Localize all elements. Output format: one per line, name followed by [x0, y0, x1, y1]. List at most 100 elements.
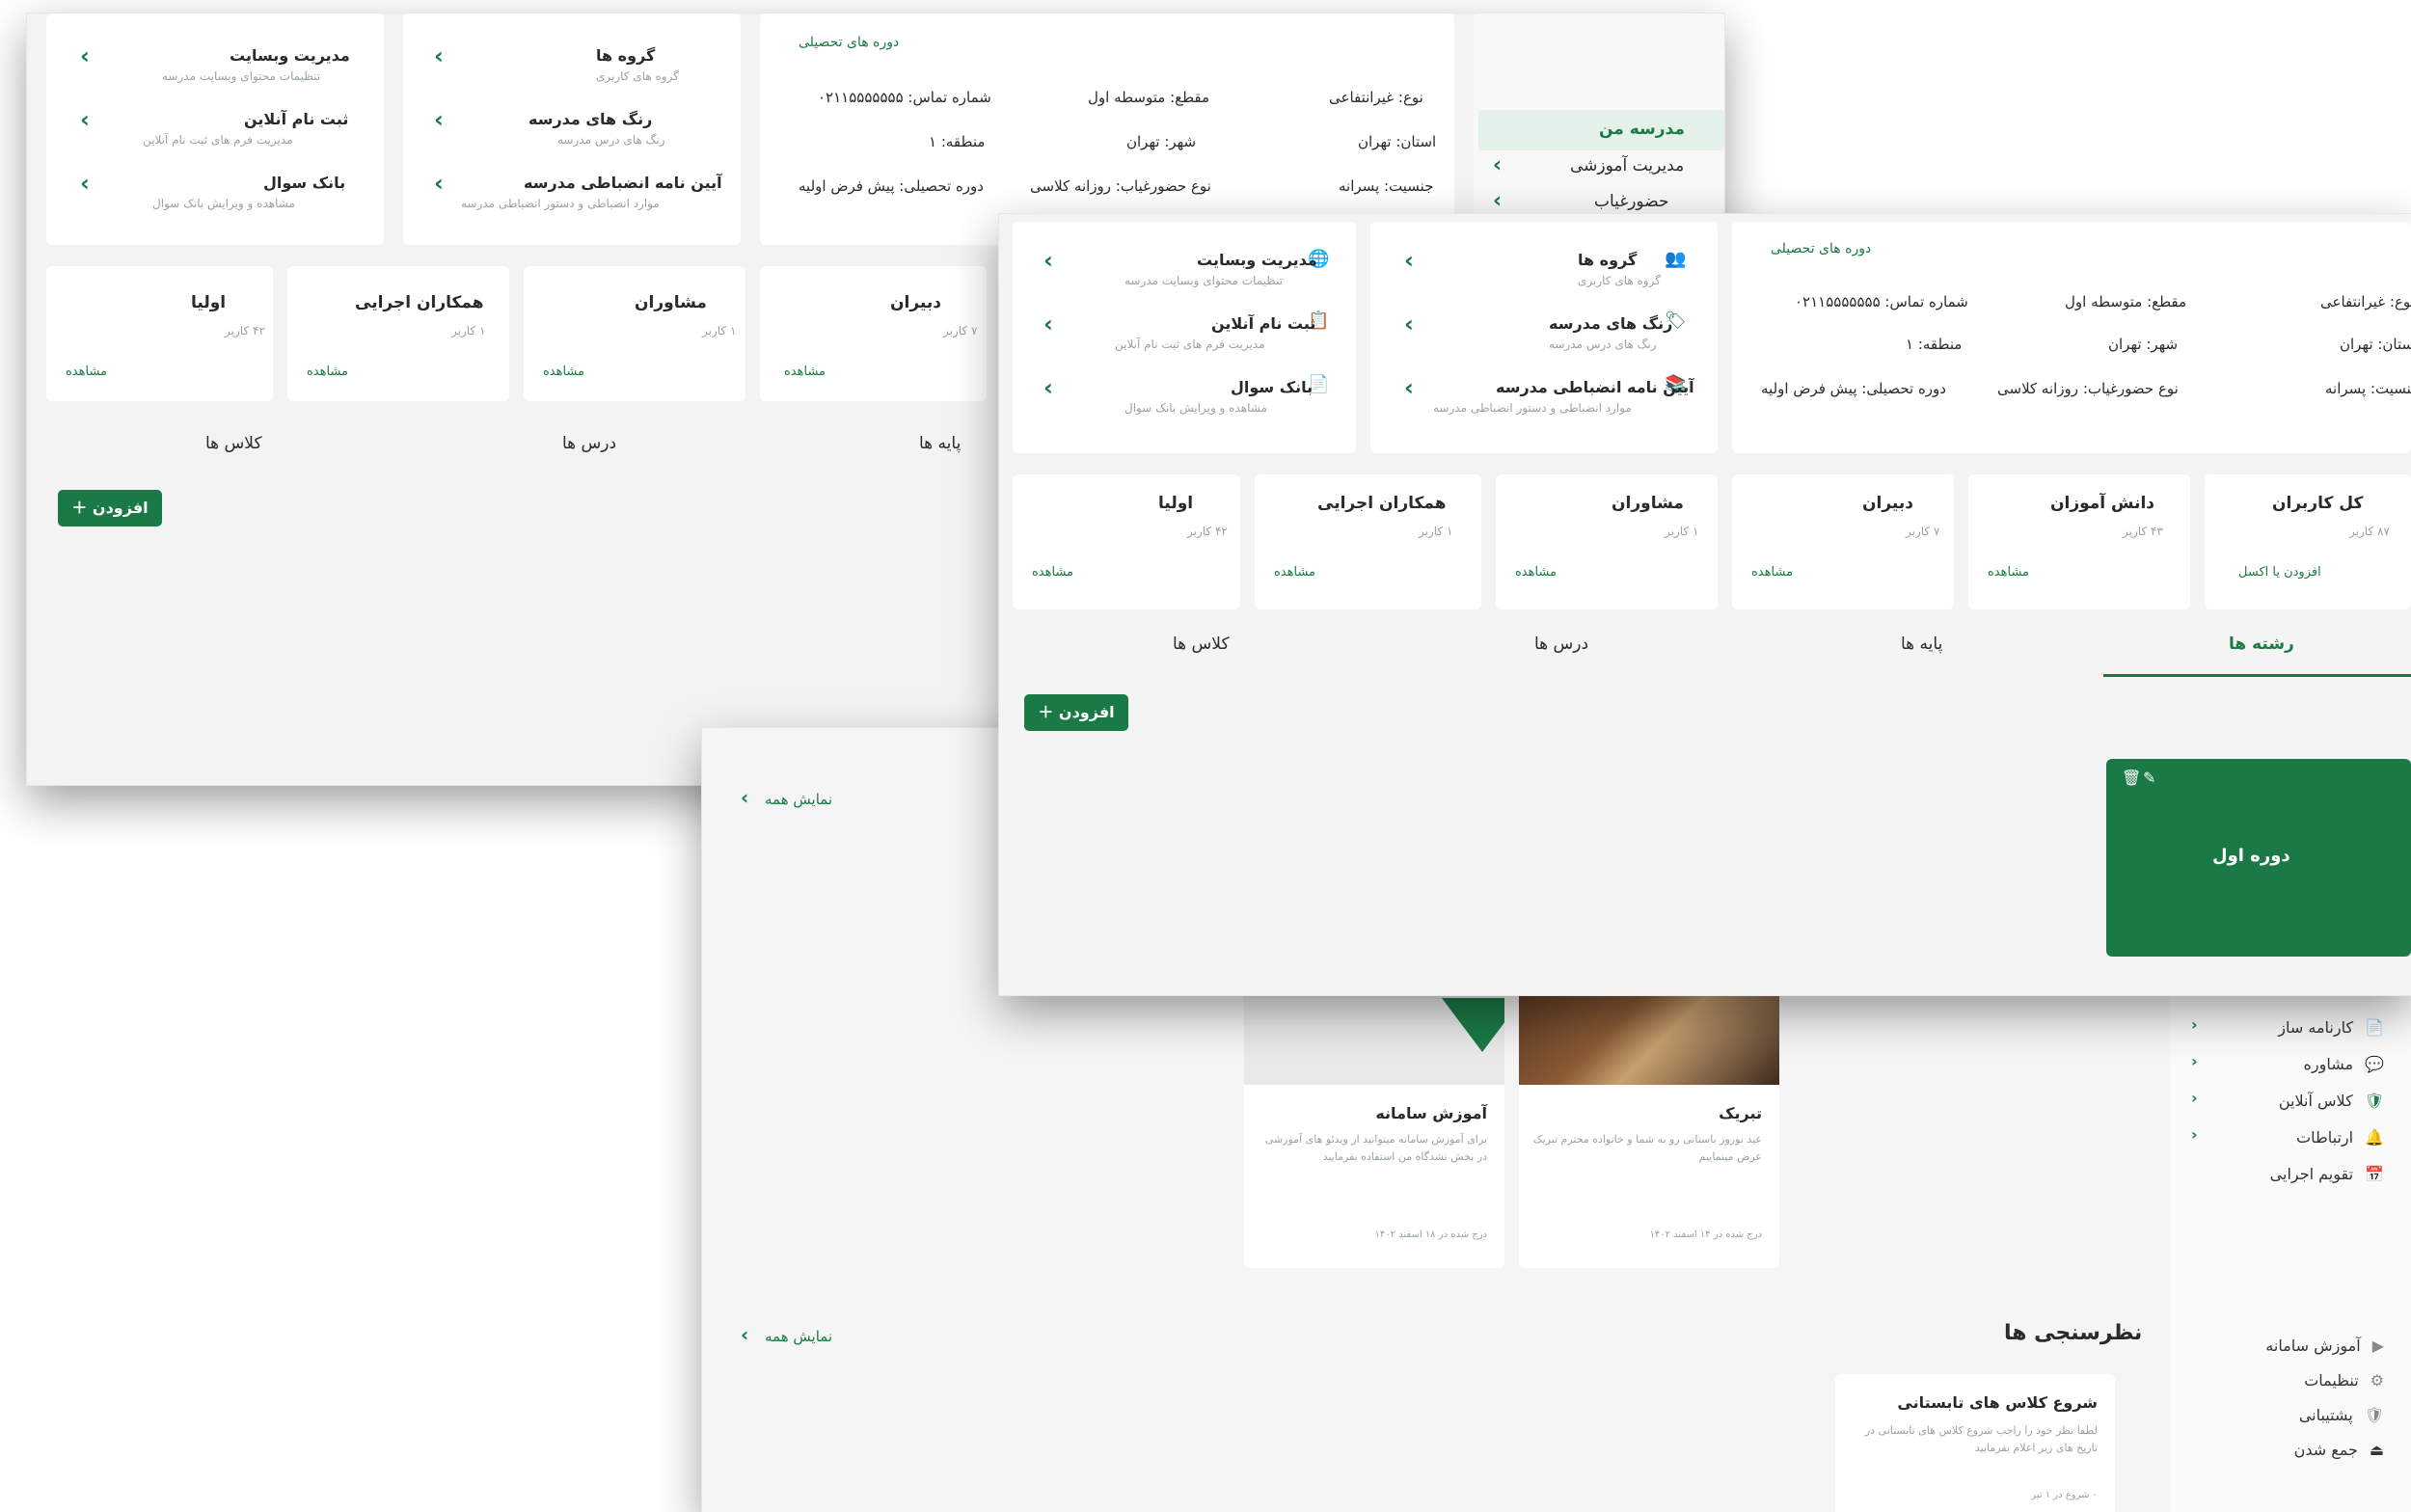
service-desc: تنظیمات محتوای وبسایت مدرسه [1124, 274, 1284, 287]
stat-link[interactable]: مشاهده [307, 364, 348, 379]
service-title[interactable]: ثبت نام آنلاین [1211, 314, 1315, 333]
chevron-left-icon[interactable]: ‹ [434, 42, 444, 69]
chevron-left-icon: ‹ [1493, 153, 1503, 177]
service-desc: گروه های کاربری [1578, 274, 1661, 287]
school-phone: شماره تماس: ۰۲۱۱۵۵۵۵۵۵۵ [818, 89, 991, 106]
school-grade: مقطع: متوسطه اول [1088, 89, 1210, 106]
poll-card[interactable]: شروع کلاس های تابستانی لطفا نظر خود را ر… [1835, 1374, 2115, 1512]
chevron-left-icon[interactable]: ‹ [434, 170, 444, 197]
sidebar-item-collapse[interactable]: ⏏ جمع شدن [2191, 1430, 2384, 1469]
play-icon: ▶ [2371, 1336, 2384, 1355]
service-title[interactable]: گروه ها [596, 46, 655, 65]
stat-link[interactable]: مشاهده [784, 364, 826, 379]
stat-link[interactable]: مشاهده [1751, 565, 1793, 580]
periods-link[interactable]: دوره های تحصیلی [799, 35, 899, 50]
school-region: منطقه: ۱ [1906, 336, 1963, 353]
service-desc: موارد انضباطی و دستور انضباطی مدرسه [1433, 401, 1632, 415]
add-button-label: افزودن [92, 499, 149, 517]
chevron-left-icon[interactable]: ‹ [80, 106, 90, 133]
service-title[interactable]: رنگ های مدرسه [1549, 314, 1672, 333]
chevron-left-icon[interactable]: ‹ [1043, 310, 1053, 338]
stat-card-parents [1013, 474, 1240, 609]
stat-title: همکاران اجرایی [355, 293, 484, 312]
calendar-icon: 📅 [2365, 1164, 2384, 1183]
polls-title: نظرسنجی ها [2004, 1321, 2143, 1345]
sidebar-item-tutorial[interactable]: ▶ آموزش سامانه [2191, 1326, 2384, 1364]
chevron-left-icon[interactable]: ‹ [741, 786, 748, 809]
sidebar-item-reportcard[interactable]: 📄 کارنامه ساز ‹ [2191, 1008, 2384, 1046]
chevron-left-icon[interactable]: ‹ [434, 106, 444, 133]
stat-link[interactable]: مشاهده [66, 364, 107, 379]
service-title[interactable]: مدیریت وبسایت [1197, 251, 1317, 269]
service-title[interactable]: آیین نامه انضباطی مدرسه [524, 174, 722, 192]
collapse-icon: ⏏ [2369, 1440, 2384, 1459]
tab-grades[interactable]: پایه ها [919, 434, 961, 453]
school-province: استان: تهران [2340, 336, 2411, 353]
tab-grades[interactable]: پایه ها [1901, 634, 1942, 654]
stat-title: اولیا [1158, 494, 1194, 513]
sidebar-label: پشتیبانی [2298, 1405, 2353, 1424]
tab-classes[interactable]: کلاس ها [205, 434, 262, 453]
sidebar-item-calendar[interactable]: 📅 تقویم اجرایی [2191, 1154, 2384, 1193]
chevron-left-icon[interactable]: ‹ [1043, 247, 1053, 274]
stat-link[interactable]: افزودن یا اکسل [2238, 565, 2321, 580]
add-button[interactable]: ＋ افزودن [1024, 694, 1128, 731]
news-title: تبریک [1719, 1104, 1762, 1122]
tab-classes[interactable]: کلاس ها [1173, 634, 1230, 654]
plus-icon: ＋ [71, 499, 88, 517]
sidebar-item-online-class[interactable]: 🛡 کلاس آنلاین ‹ [2191, 1081, 2384, 1120]
chevron-left-icon[interactable]: ‹ [80, 170, 90, 197]
add-button[interactable]: ＋ افزودن [58, 490, 162, 526]
sidebar-label: جمع شدن [2293, 1440, 2358, 1459]
stat-link[interactable]: مشاهده [1274, 565, 1315, 580]
tab-majors[interactable]: رشته ها [2229, 634, 2294, 654]
stat-link[interactable]: مشاهده [1032, 565, 1073, 580]
trash-icon[interactable]: 🗑 [2122, 769, 2141, 787]
service-desc: گروه های کاربری [596, 69, 679, 83]
stat-title: مشاوران [1612, 494, 1684, 513]
news-title: آموزش سامانه [1375, 1104, 1487, 1122]
stat-count: ۴۳ کاربر [2123, 525, 2163, 538]
sidebar-item-support[interactable]: 🛡 پشتیبانی [2191, 1395, 2384, 1434]
stat-count: ۱ کاربر [702, 324, 737, 338]
stat-count: ۴۲ کاربر [1187, 525, 1228, 538]
service-title[interactable]: رنگ های مدرسه [528, 110, 652, 128]
service-title[interactable]: آیین نامه انضباطی مدرسه [1496, 378, 1694, 396]
tab-courses[interactable]: درس ها [562, 434, 616, 453]
chevron-left-icon[interactable]: ‹ [80, 42, 90, 69]
tab-courses[interactable]: درس ها [1534, 634, 1588, 654]
service-title[interactable]: مدیریت وبسایت [230, 46, 350, 65]
service-title[interactable]: بانک سوال [263, 174, 345, 192]
periods-link[interactable]: دوره های تحصیلی [1771, 241, 1871, 256]
sidebar-label: آموزش سامانه [2265, 1336, 2361, 1355]
group-icon: 👥 [1665, 249, 1687, 269]
stat-link[interactable]: مشاهده [1515, 565, 1557, 580]
stat-link[interactable]: مشاهده [1988, 565, 2029, 580]
sidebar-item-settings[interactable]: ⚙ تنظیمات [2191, 1361, 2384, 1399]
front-window: دوره های تحصیلی نوع: غیرانتفاعی مقطع: مت… [999, 214, 2411, 995]
school-info-card [1732, 222, 2411, 453]
service-desc: تنظیمات محتوای وبسایت مدرسه [162, 69, 321, 83]
stat-title: همکاران اجرایی [1317, 494, 1447, 513]
tab-active-underline [2103, 674, 2411, 677]
service-desc: موارد انضباطی و دستور انضباطی مدرسه [461, 197, 660, 210]
sidebar-item-communications[interactable]: 🔔 ارتباطات ‹ [2191, 1118, 2384, 1156]
chevron-left-icon[interactable]: ‹ [1404, 374, 1414, 401]
sidebar-label: مشاوره [2303, 1054, 2354, 1073]
sidebar-item-counseling[interactable]: 💬 مشاوره ‹ [2191, 1044, 2384, 1083]
period-card[interactable]: 🗑 ✎ دوره اول [2106, 759, 2411, 957]
stat-title: کل کاربران [2272, 494, 2364, 513]
edit-icon[interactable]: ✎ [2143, 769, 2155, 787]
show-all-link[interactable]: نمایش همه [765, 791, 832, 808]
doc-icon: 📄 [2365, 1017, 2384, 1037]
service-title[interactable]: گروه ها [1578, 251, 1637, 269]
service-title[interactable]: ثبت نام آنلاین [244, 110, 348, 128]
chevron-left-icon[interactable]: ‹ [1043, 374, 1053, 401]
service-title[interactable]: بانک سوال [1231, 378, 1313, 396]
chevron-left-icon[interactable]: ‹ [1404, 247, 1414, 274]
chevron-left-icon[interactable]: ‹ [741, 1323, 748, 1346]
chevron-left-icon[interactable]: ‹ [1404, 310, 1414, 338]
show-all-link[interactable]: نمایش همه [765, 1328, 832, 1345]
stat-count: ۱ کاربر [1419, 525, 1453, 538]
stat-link[interactable]: مشاهده [543, 364, 584, 379]
